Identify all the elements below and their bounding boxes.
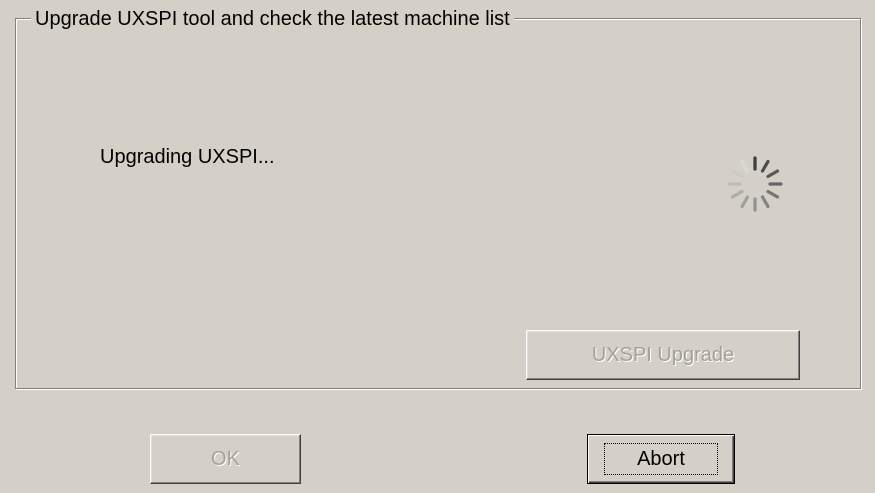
abort-label: Abort — [604, 443, 718, 475]
ok-label: OK — [211, 447, 240, 470]
spinner-tick — [766, 189, 780, 199]
status-text: Upgrading UXSPI... — [100, 146, 275, 168]
group-title: Upgrade UXSPI tool and check the latest … — [31, 6, 514, 32]
spinner-tick — [740, 159, 750, 173]
uxspi-upgrade-button[interactable]: UXSPI Upgrade — [526, 330, 800, 380]
loading-spinner-icon — [727, 156, 783, 212]
spinner-tick — [730, 169, 744, 179]
uxspi-upgrade-label: UXSPI Upgrade — [591, 343, 735, 366]
spinner-tick — [766, 169, 780, 179]
spinner-tick — [730, 189, 744, 199]
abort-button[interactable]: Abort — [587, 434, 735, 484]
spinner-tick — [760, 159, 770, 173]
spinner-tick — [760, 195, 770, 209]
ok-button[interactable]: OK — [150, 434, 301, 484]
upgrade-dialog: Upgrade UXSPI tool and check the latest … — [0, 0, 875, 493]
spinner-tick — [740, 195, 750, 209]
